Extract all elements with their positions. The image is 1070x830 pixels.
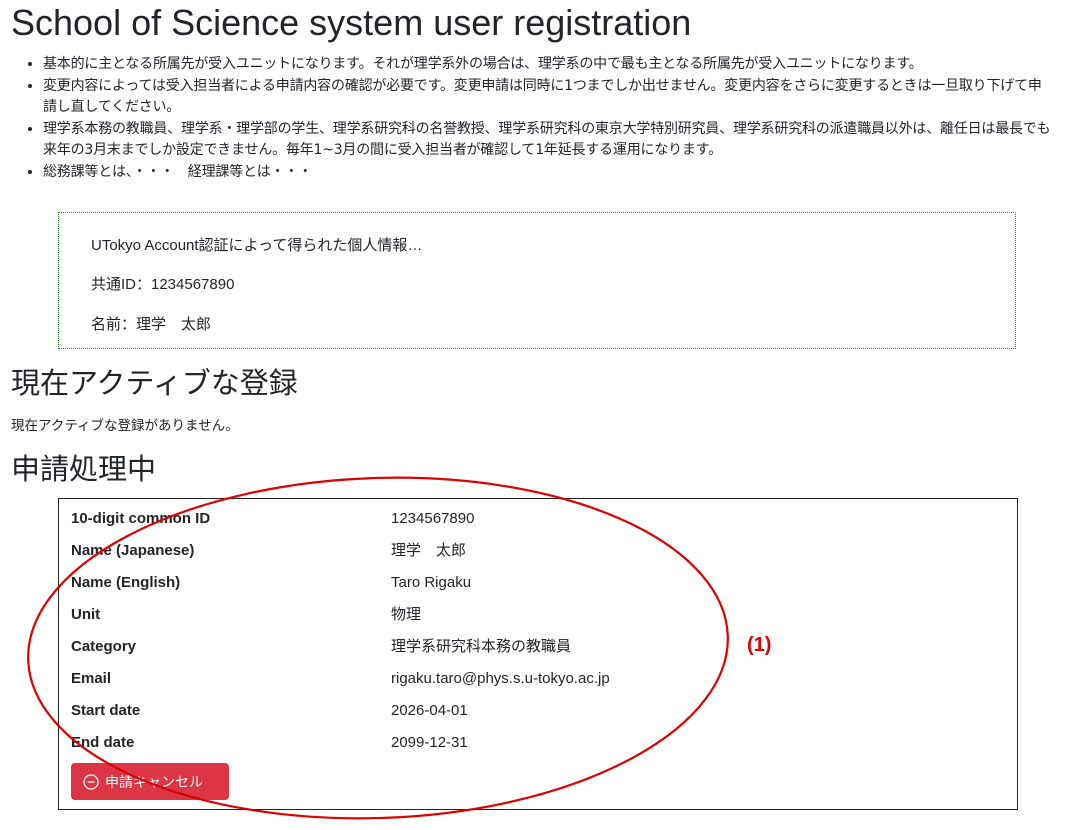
- cancel-application-button[interactable]: 申請キャンセル: [71, 763, 229, 800]
- note-item: 変更内容によっては受入担当者による申請内容の確認が必要です。変更申請は同時に1つ…: [43, 76, 1055, 119]
- name-line: 名前：理学 太郎: [91, 316, 212, 333]
- no-active-registration-text: 現在アクティブな登録がありません。: [11, 418, 239, 434]
- pending-heading: 申請処理中: [11, 454, 157, 486]
- cancel-button-label: 申請キャンセル: [105, 774, 203, 791]
- note-item: 基本的に主となる所属先が受入ユニットになります。それが理学系外の場合は、理学系の…: [43, 54, 1055, 76]
- annotation-label: (1): [747, 634, 772, 656]
- field-label: Category: [71, 638, 137, 655]
- field-value: 理学系研究科本務の教職員: [391, 638, 572, 655]
- field-label: Unit: [71, 606, 101, 623]
- field-value: 物理: [391, 606, 422, 623]
- note-item: 理学系本務の教職員、理学系・理学部の学生、理学系研究科の名誉教授、理学系研究科の…: [43, 119, 1055, 162]
- field-label: Start date: [71, 702, 141, 719]
- note-item: 総務課等とは、・・・ 経理課等とは・・・: [43, 162, 1055, 184]
- field-value: rigaku.taro@phys.s.u-tokyo.ac.jp: [391, 670, 610, 687]
- field-value: Taro Rigaku: [391, 574, 472, 591]
- pending-application-box: 10-digit common ID 1234567890 Name (Japa…: [58, 498, 1018, 810]
- auth-intro: UTokyo Account認証によって得られた個人情報…: [91, 237, 423, 254]
- minus-circle-icon: [83, 773, 99, 790]
- field-label: End date: [71, 734, 135, 751]
- common-id-line: 共通ID：1234567890: [91, 276, 235, 293]
- field-label: 10-digit common ID: [71, 510, 211, 527]
- active-registration-heading: 現在アクティブな登録: [11, 368, 298, 400]
- auth-info-box: UTokyo Account認証によって得られた個人情報… 共通ID：12345…: [58, 212, 1016, 349]
- notes-list: 基本的に主となる所属先が受入ユニットになります。それが理学系外の場合は、理学系の…: [0, 54, 1055, 183]
- page: School of Science system user registrati…: [0, 0, 1070, 830]
- page-title: School of Science system user registrati…: [11, 2, 692, 43]
- field-label: Name (Japanese): [71, 542, 195, 559]
- field-label: Name (English): [71, 574, 181, 591]
- field-value: 1234567890: [391, 510, 475, 527]
- field-value: 2099-12-31: [391, 734, 468, 751]
- field-label: Email: [71, 670, 112, 687]
- field-value: 2026-04-01: [391, 702, 468, 719]
- field-value: 理学 太郎: [391, 542, 467, 559]
